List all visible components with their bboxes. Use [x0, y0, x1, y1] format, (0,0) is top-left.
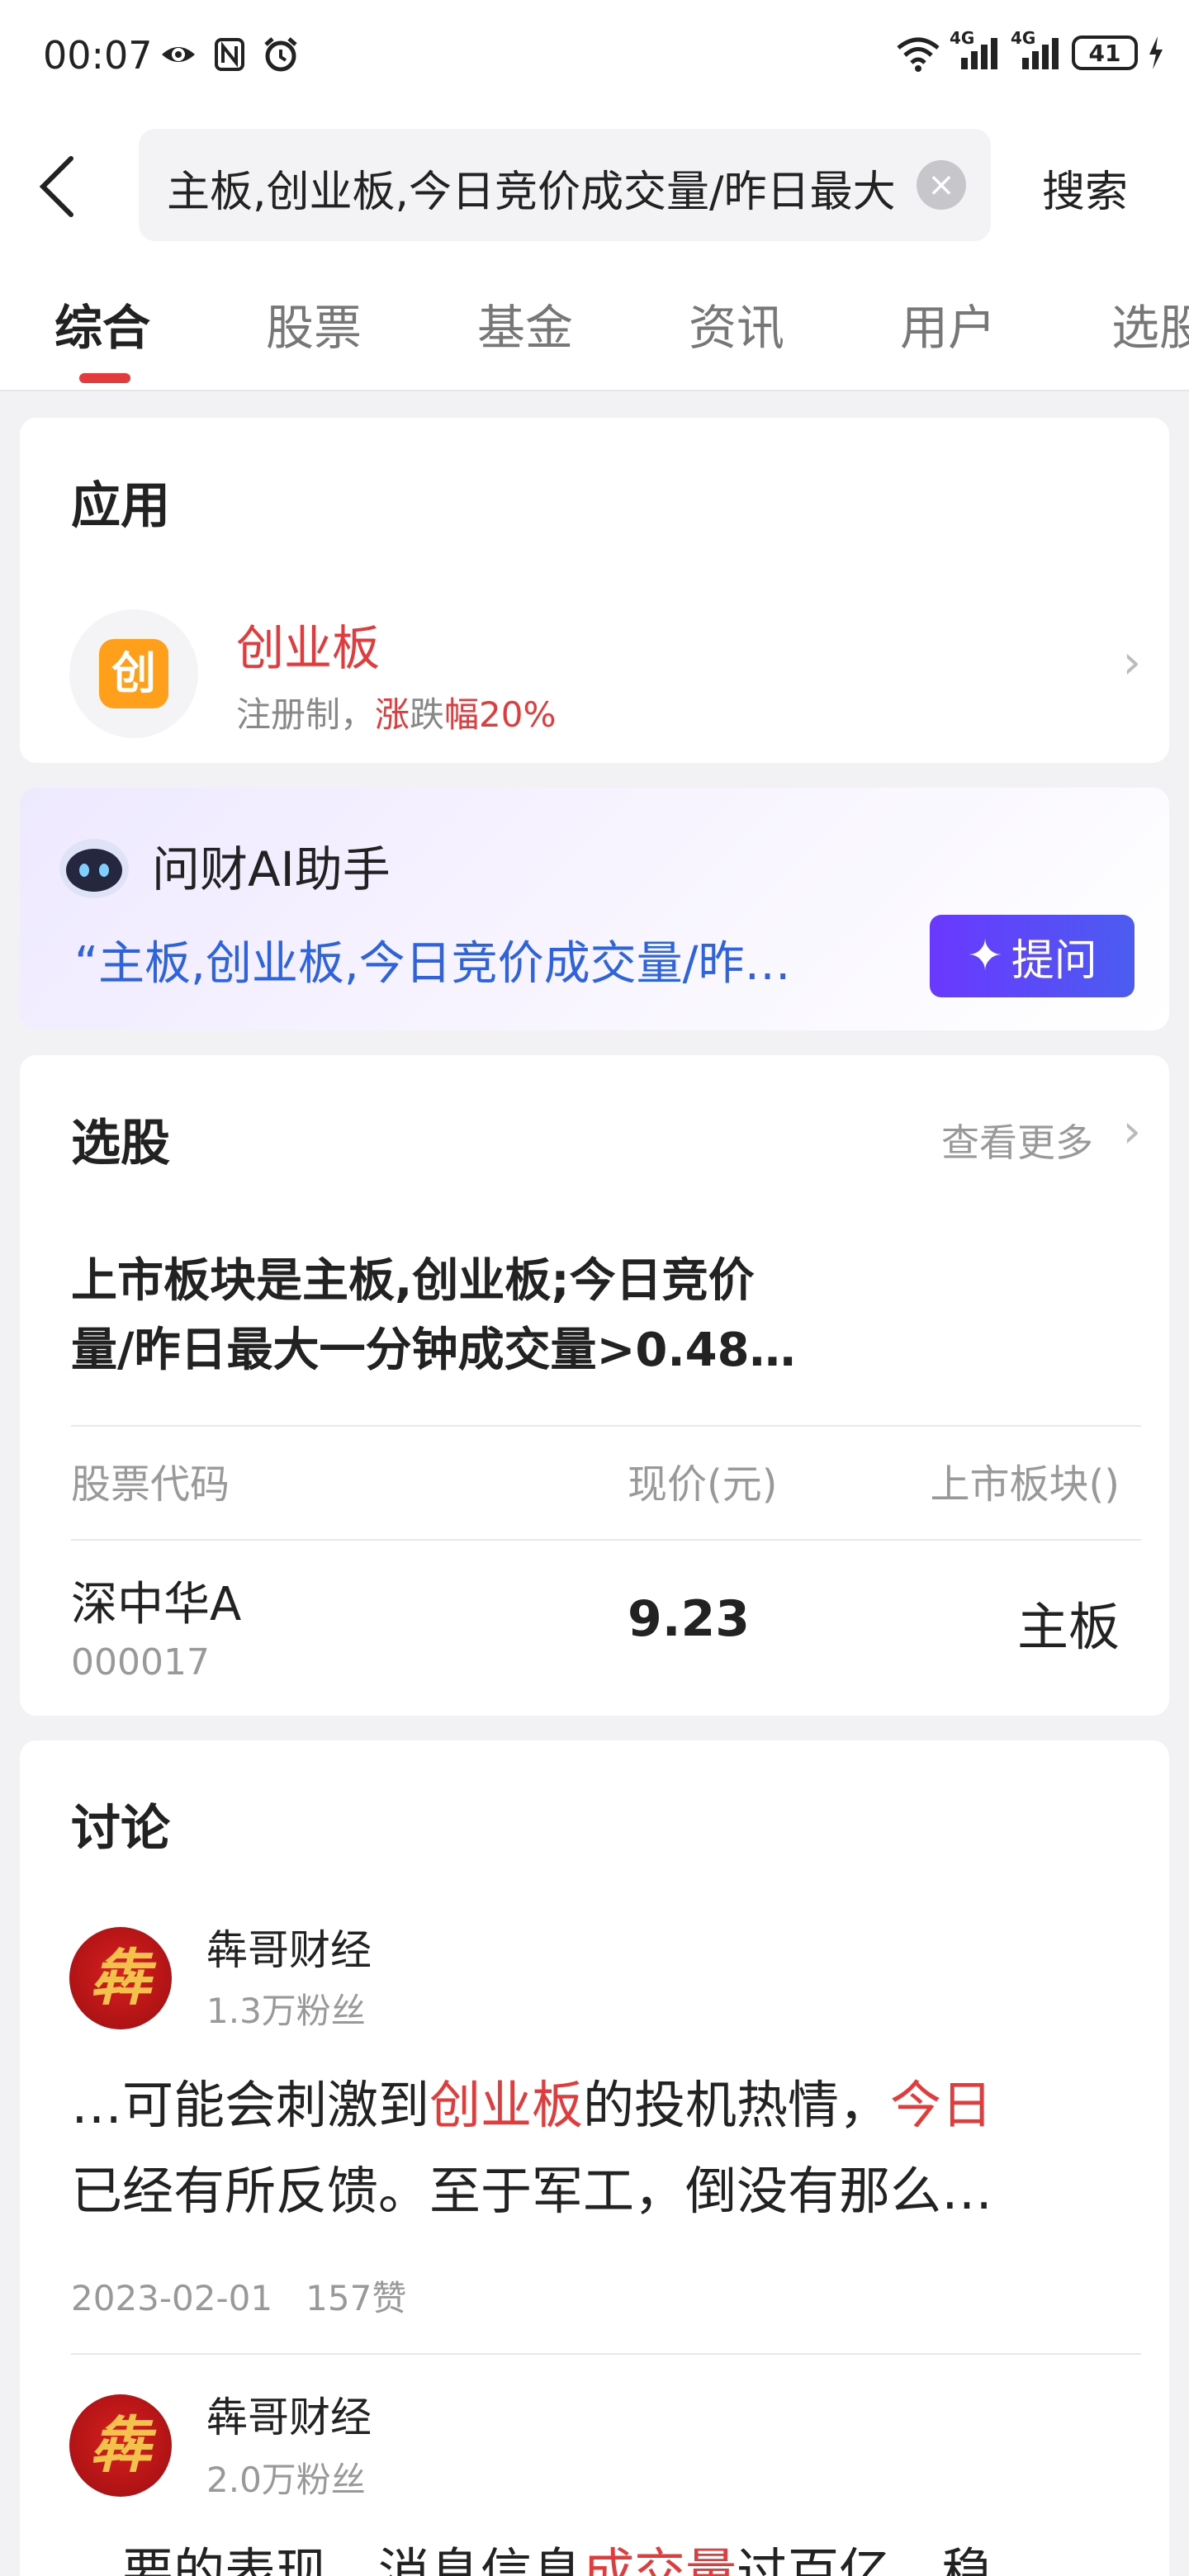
- stock-price: 9.23: [628, 1590, 751, 1648]
- tab-news[interactable]: 资讯: [689, 289, 784, 358]
- stock-code: 000017: [71, 1641, 210, 1683]
- chevron-right-icon[interactable]: ›: [1123, 636, 1141, 689]
- network-type-label-2: 4G: [1011, 28, 1036, 48]
- wifi-icon: [897, 37, 940, 72]
- divider: [71, 1425, 1141, 1427]
- follower-count: 2.0万粉丝: [206, 2460, 366, 2500]
- stock-picker-section: 选股 查看更多 › 上市板块是主板,创业板;今日竞价 量/昨日最大一分钟成交量>…: [20, 1055, 1169, 1716]
- app-icon-container[interactable]: 创: [69, 609, 198, 738]
- divider: [71, 2353, 1141, 2355]
- column-header-board: 上市板块(): [930, 1461, 1120, 1508]
- post-excerpt[interactable]: …要的表现，消息信息成交量过百亿，稳: [71, 2530, 1136, 2576]
- app-description: 注册制，涨跌幅20%: [236, 694, 557, 735]
- network-type-label: 4G: [950, 28, 975, 48]
- ask-button[interactable]: ✦ 提问: [930, 915, 1135, 997]
- signal-icon: 4G: [950, 28, 1002, 73]
- active-tab-indicator: [79, 373, 130, 383]
- avatar[interactable]: 犇: [69, 2394, 172, 2497]
- view-more-link[interactable]: 查看更多: [941, 1113, 1093, 1167]
- app-name[interactable]: 创业板: [236, 609, 380, 679]
- status-time: 00:07: [43, 33, 153, 78]
- signal-icon-2: 4G: [1011, 28, 1063, 73]
- section-title: 选股: [71, 1115, 170, 1172]
- tab-stocks[interactable]: 股票: [266, 289, 362, 358]
- tab-users[interactable]: 用户: [900, 289, 996, 358]
- screen-query-line: 上市板块是主板,创业板;今日竞价: [71, 1254, 755, 1308]
- tab-stock-picker[interactable]: 选股: [1111, 289, 1189, 358]
- tab-funds[interactable]: 基金: [477, 289, 573, 358]
- robot-icon: [59, 839, 129, 898]
- back-arrow-icon[interactable]: [33, 154, 83, 220]
- stock-name[interactable]: 深中华A: [71, 1567, 241, 1634]
- post-date: 2023-02-01: [71, 2278, 273, 2318]
- charging-icon: [1149, 36, 1163, 69]
- stock-board: 主板: [1016, 1597, 1120, 1657]
- ask-button-label: 提问: [1011, 935, 1097, 986]
- clear-icon[interactable]: ×: [917, 160, 966, 210]
- like-count: 157赞: [306, 2278, 407, 2318]
- search-button[interactable]: 搜索: [1042, 157, 1128, 219]
- discussion-section: 讨论 犇 犇哥财经 1.3万粉丝 …可能会刺激到创业板的投机热情，今日 已经有所…: [20, 1740, 1169, 2576]
- alarm-icon: [264, 37, 297, 72]
- column-header-code: 股票代码: [71, 1461, 230, 1508]
- post-meta: 2023-02-01 157赞: [71, 2271, 406, 2321]
- sparkle-icon: ✦: [967, 931, 1003, 981]
- screen-query-line: 量/昨日最大一分钟成交量>0.48…: [71, 1324, 796, 1377]
- ai-assistant-card: 问财AI助手 “主板,创业板,今日竞价成交量/昨… ✦ 提问: [20, 788, 1169, 1030]
- status-bar: 00:07 4G 4G 41: [0, 0, 1189, 116]
- chevron-right-icon[interactable]: ›: [1123, 1105, 1141, 1158]
- screen-query[interactable]: 上市板块是主板,创业板;今日竞价 量/昨日最大一分钟成交量>0.48…: [71, 1247, 897, 1385]
- section-title: 讨论: [71, 1800, 170, 1858]
- divider: [71, 1539, 1141, 1541]
- author-name[interactable]: 犇哥财经: [206, 1917, 372, 1977]
- chinext-app-icon: 创: [99, 639, 168, 708]
- post-excerpt[interactable]: …可能会刺激到创业板的投机热情，今日 已经有所反馈。至于军工，倒没有那么…: [71, 2062, 1136, 2234]
- section-title: 应用: [71, 477, 170, 535]
- ai-suggested-query[interactable]: “主板,创业板,今日竞价成交量/昨…: [74, 926, 883, 993]
- search-input[interactable]: 主板,创业板,今日竞价成交量/昨日最大一分钟成交量 ×: [139, 129, 991, 241]
- follower-count: 1.3万粉丝: [206, 1991, 366, 2031]
- ai-assistant-title: 问财AI助手: [152, 841, 391, 897]
- category-tabs: 综合 股票 基金 资讯 用户 选股: [0, 256, 1189, 391]
- avatar[interactable]: 犇: [69, 1927, 172, 2029]
- eye-icon: [162, 47, 195, 62]
- nfc-icon: [215, 38, 244, 71]
- battery-indicator: 41: [1072, 36, 1138, 70]
- column-header-price: 现价(元): [628, 1461, 778, 1508]
- search-bar: 主板,创业板,今日竞价成交量/昨日最大一分钟成交量 × 搜索: [0, 116, 1189, 256]
- search-query-text[interactable]: 主板,创业板,今日竞价成交量/昨日最大一分钟成交量: [167, 157, 893, 219]
- tab-comprehensive[interactable]: 综合: [54, 289, 150, 358]
- app-section: 应用 创 创业板 注册制，涨跌幅20% ›: [20, 418, 1169, 763]
- author-name[interactable]: 犇哥财经: [206, 2384, 372, 2444]
